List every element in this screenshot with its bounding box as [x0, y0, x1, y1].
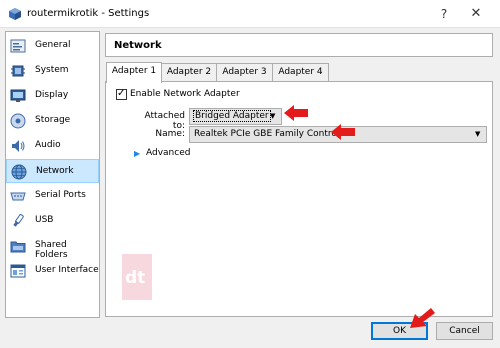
annotation-arrow-icon — [284, 105, 308, 121]
storage-icon — [10, 113, 26, 129]
enable-adapter-checkbox[interactable]: ✓ — [116, 88, 127, 100]
enable-adapter-label: Enable Network Adapter — [130, 89, 240, 99]
display-icon — [10, 89, 26, 102]
help-button[interactable]: ? — [434, 4, 454, 24]
attached-to-select[interactable]: Bridged Adapter ▼ — [189, 108, 282, 125]
sidebar-item-system[interactable]: System — [6, 59, 99, 83]
watermark-logo: dt — [122, 254, 152, 300]
page-title: Network — [114, 40, 162, 51]
tab-adapter-2[interactable]: Adapter 2 — [161, 63, 217, 82]
virtualbox-icon — [9, 8, 21, 20]
check-mark-icon: ✓ — [117, 88, 126, 99]
attached-to-value: Bridged Adapter — [193, 110, 271, 122]
sidebar-item-network[interactable]: Network — [6, 159, 99, 183]
user-interface-icon — [10, 264, 26, 278]
title-bar: routermikrotik - Settings ? ✕ — [0, 0, 500, 28]
sidebar-item-usb[interactable]: USB — [6, 209, 99, 233]
watermark-text: dt — [125, 268, 146, 288]
name-value: Realtek PCIe GBE Family Controller — [194, 129, 352, 139]
annotation-arrow-icon — [331, 124, 355, 140]
sidebar-item-user-interface[interactable]: User Interface — [6, 259, 99, 283]
sidebar-item-label: Serial Ports — [35, 190, 86, 200]
tab-adapter-1[interactable]: Adapter 1 — [106, 62, 162, 83]
chevron-down-icon: ▼ — [270, 112, 276, 120]
sidebar-item-label: Network — [36, 166, 74, 176]
sidebar-item-shared-folders[interactable]: Shared Folders — [6, 234, 99, 260]
sidebar-item-label: Storage — [35, 115, 71, 125]
sidebar-item-label: General — [35, 40, 71, 50]
sidebar-item-storage[interactable]: Storage — [6, 109, 99, 133]
sidebar-item-general[interactable]: General — [6, 34, 99, 58]
cancel-button[interactable]: Cancel — [436, 322, 493, 340]
sidebar-item-label: Shared Folders — [35, 240, 68, 260]
attached-to-label: Attached to: — [144, 111, 185, 131]
sidebar-item-label: Display — [35, 90, 69, 100]
shared-folders-icon — [10, 241, 26, 253]
audio-icon — [12, 140, 25, 152]
general-icon — [10, 39, 26, 53]
sidebar-item-label: System — [35, 65, 69, 75]
sidebar-item-label: Audio — [35, 140, 61, 150]
close-button[interactable]: ✕ — [461, 4, 491, 24]
annotation-arrow-icon — [410, 308, 435, 328]
window-title: routermikrotik - Settings — [27, 8, 150, 19]
sidebar-item-display[interactable]: Display — [6, 84, 99, 108]
sidebar-item-label: USB — [35, 215, 54, 225]
network-icon — [11, 164, 27, 180]
expand-arrow-icon[interactable]: ▶ — [134, 149, 140, 158]
serial-ports-icon — [10, 192, 26, 201]
sidebar-item-label: User Interface — [35, 265, 99, 275]
tab-adapter-4[interactable]: Adapter 4 — [272, 63, 329, 82]
tab-adapter-3[interactable]: Adapter 3 — [216, 63, 273, 82]
sidebar-item-serial-ports[interactable]: Serial Ports — [6, 184, 99, 208]
advanced-toggle[interactable]: Advanced — [146, 148, 190, 158]
sidebar-item-audio[interactable]: Audio — [6, 134, 99, 158]
settings-sidebar: General System Display Storage Audio Net… — [5, 31, 100, 318]
system-icon — [11, 65, 25, 77]
chevron-down-icon: ▼ — [475, 130, 481, 138]
usb-icon — [13, 214, 24, 227]
section-header: Network — [105, 33, 493, 57]
name-label: Name: — [155, 129, 185, 139]
